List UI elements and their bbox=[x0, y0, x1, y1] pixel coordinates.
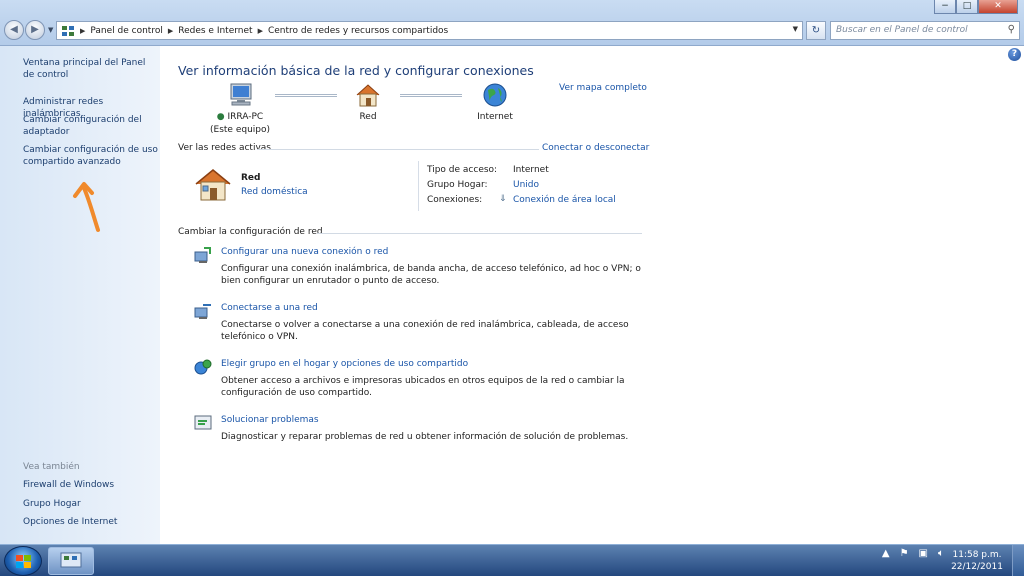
home-network-icon bbox=[195, 169, 231, 201]
link-homegroup-joined[interactable]: Unido bbox=[513, 180, 539, 190]
map-connector bbox=[275, 94, 337, 97]
link-full-map[interactable]: Ver mapa completo bbox=[559, 83, 647, 93]
refresh-button[interactable]: ↻ bbox=[806, 21, 826, 40]
active-networks-label: Ver las redes activas bbox=[178, 143, 271, 153]
task-desc-new-connection: Configurar una conexión inalámbrica, de … bbox=[221, 264, 641, 286]
vertical-divider bbox=[418, 161, 419, 211]
computer-name: IRRA-PC bbox=[227, 112, 264, 122]
start-button[interactable] bbox=[4, 546, 42, 576]
breadcrumb-arrow-icon[interactable]: ▶ bbox=[258, 27, 263, 35]
annotation-arrow-icon bbox=[73, 182, 100, 232]
link-troubleshoot[interactable]: Solucionar problemas bbox=[221, 415, 319, 425]
network-house-icon bbox=[356, 84, 380, 107]
windows-logo-icon bbox=[16, 555, 31, 568]
address-dropdown-icon[interactable]: ▼ bbox=[793, 25, 798, 33]
homegroup-sharing-icon bbox=[194, 359, 212, 375]
left-navigation-pane: Ventana principal del Panel de control A… bbox=[0, 46, 160, 544]
breadcrumb-arrow-icon[interactable]: ▶ bbox=[168, 27, 173, 35]
clock-date: 22/12/2011 bbox=[951, 562, 1003, 572]
active-network-name: Red bbox=[241, 173, 261, 183]
address-bar[interactable]: ▶ Panel de control ▶ Redes e Internet ▶ … bbox=[56, 21, 803, 40]
volume-icon[interactable]: 🔈︎ bbox=[938, 548, 944, 559]
link-windows-firewall[interactable]: Firewall de Windows bbox=[23, 479, 158, 491]
link-connect-to-network[interactable]: Conectarse a una red bbox=[221, 303, 318, 313]
network-status-icon[interactable]: ▣ bbox=[919, 548, 928, 559]
network-label: Red bbox=[359, 112, 377, 122]
clock[interactable]: 11:58 p.m. 22/12/2011 bbox=[947, 549, 1007, 573]
homegroup-label: Grupo Hogar: bbox=[427, 180, 488, 190]
help-icon[interactable]: ? bbox=[1008, 48, 1021, 61]
maximize-button[interactable]: □ bbox=[956, 0, 978, 14]
change-settings-label: Cambiar la configuración de red bbox=[178, 227, 323, 237]
taskbar-control-panel-button[interactable] bbox=[48, 547, 94, 575]
taskbar: ▲ ⚑ ▣ 🔈︎ 11:58 p.m. 22/12/2011 bbox=[0, 544, 1024, 576]
show-desktop-button[interactable] bbox=[1012, 545, 1024, 576]
control-panel-icon bbox=[62, 25, 74, 36]
link-homegroup[interactable]: Grupo Hogar bbox=[23, 498, 158, 510]
link-internet-options[interactable]: Opciones de Internet bbox=[23, 516, 158, 528]
see-also-label: Vea también bbox=[23, 462, 80, 472]
computer-sub-label: (Este equipo) bbox=[210, 125, 270, 135]
close-button[interactable]: ✕ bbox=[978, 0, 1018, 14]
access-type-label: Tipo de acceso: bbox=[427, 165, 498, 175]
main-content: ? Ver información básica de la red y con… bbox=[160, 46, 1024, 544]
map-connector bbox=[400, 94, 462, 97]
link-local-area-connection[interactable]: Conexión de área local bbox=[513, 195, 616, 205]
section-divider bbox=[257, 149, 539, 150]
link-advanced-sharing[interactable]: Cambiar configuración de uso compartido … bbox=[23, 144, 158, 168]
computer-icon bbox=[230, 83, 252, 106]
search-input[interactable]: Buscar en el Panel de control ⚲ bbox=[830, 21, 1020, 40]
control-panel-taskbar-icon bbox=[60, 552, 82, 568]
system-tray: ▲ ⚑ ▣ 🔈︎ bbox=[882, 548, 944, 559]
window-title-bar: − □ ✕ ◀ ▶ ▼ ▶ Panel de control ▶ Redes e… bbox=[0, 0, 1024, 46]
breadcrumb: Panel de control ▶ Redes e Internet ▶ Ce… bbox=[90, 26, 448, 36]
access-type-value: Internet bbox=[513, 165, 549, 175]
clock-time: 11:58 p.m. bbox=[952, 550, 1002, 560]
new-connection-icon bbox=[194, 247, 211, 263]
link-control-panel-home[interactable]: Ventana principal del Panel de control bbox=[23, 57, 158, 81]
breadcrumb-networks-internet[interactable]: Redes e Internet bbox=[178, 26, 252, 36]
link-homegroup-sharing[interactable]: Elegir grupo en el hogar y opciones de u… bbox=[221, 359, 468, 369]
show-hidden-icons-icon[interactable]: ▲ bbox=[882, 548, 890, 559]
task-desc-troubleshoot: Diagnosticar y reparar problemas de red … bbox=[221, 432, 629, 442]
navigation-buttons: ◀ ▶ ▼ bbox=[4, 20, 58, 40]
connections-label: Conexiones: bbox=[427, 195, 483, 205]
ethernet-plug-icon: ⇓ bbox=[499, 194, 507, 204]
breadcrumb-arrow-icon[interactable]: ▶ bbox=[80, 27, 85, 35]
forward-button[interactable]: ▶ bbox=[25, 20, 45, 40]
troubleshoot-icon bbox=[194, 415, 212, 430]
search-icon[interactable]: ⚲ bbox=[1008, 24, 1015, 35]
section-divider bbox=[317, 233, 642, 234]
minimize-button[interactable]: − bbox=[934, 0, 956, 14]
connect-network-icon bbox=[194, 304, 211, 319]
link-network-type[interactable]: Red doméstica bbox=[241, 187, 308, 197]
back-button[interactable]: ◀ bbox=[4, 20, 24, 40]
page-title: Ver información básica de la red y confi… bbox=[178, 63, 534, 78]
internet-label: Internet bbox=[477, 112, 513, 122]
link-setup-new-connection[interactable]: Configurar una nueva conexión o red bbox=[221, 247, 388, 257]
internet-globe-icon bbox=[483, 83, 507, 107]
task-desc-connect-network: Conectarse o volver a conectarse a una c… bbox=[221, 320, 629, 342]
link-adapter-settings[interactable]: Cambiar configuración del adaptador bbox=[23, 114, 158, 138]
action-center-flag-icon[interactable]: ⚑ bbox=[900, 548, 909, 559]
window-controls: − □ ✕ bbox=[934, 0, 1018, 14]
breadcrumb-control-panel[interactable]: Panel de control bbox=[90, 26, 162, 36]
search-placeholder: Buscar en el Panel de control bbox=[836, 25, 968, 35]
breadcrumb-network-center[interactable]: Centro de redes y recursos compartidos bbox=[268, 26, 448, 36]
task-desc-homegroup: Obtener acceso a archivos e impresoras u… bbox=[221, 376, 625, 398]
link-connect-disconnect[interactable]: Conectar o desconectar bbox=[542, 143, 649, 153]
globe-small-icon: ● bbox=[216, 112, 225, 122]
